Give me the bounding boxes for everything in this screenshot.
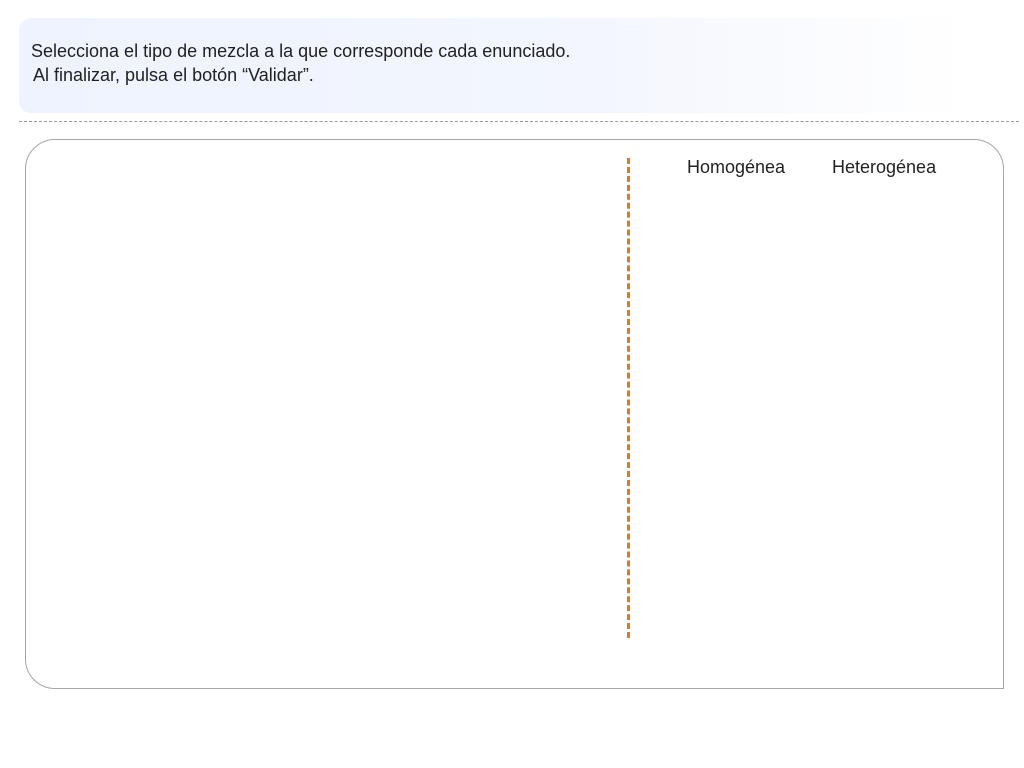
column-header-heterogenea: Heterogénea [832,157,937,177]
column-separator [627,158,630,638]
instruction-text-line-2: Al finalizar, pulsa el botón “Validar”. [33,65,314,85]
instruction-text-line-1: Selecciona el tipo de mezcla a la que co… [31,41,571,61]
classification-panel: Homogénea Heterogénea [25,139,1004,689]
column-header-homogenea: Homogénea [687,157,786,177]
section-divider [19,121,1019,122]
instructions-box: Selecciona el tipo de mezcla a la que co… [19,18,969,113]
statements-area [26,140,616,688]
exercise-page: Selecciona el tipo de mezcla a la que co… [0,0,1024,768]
